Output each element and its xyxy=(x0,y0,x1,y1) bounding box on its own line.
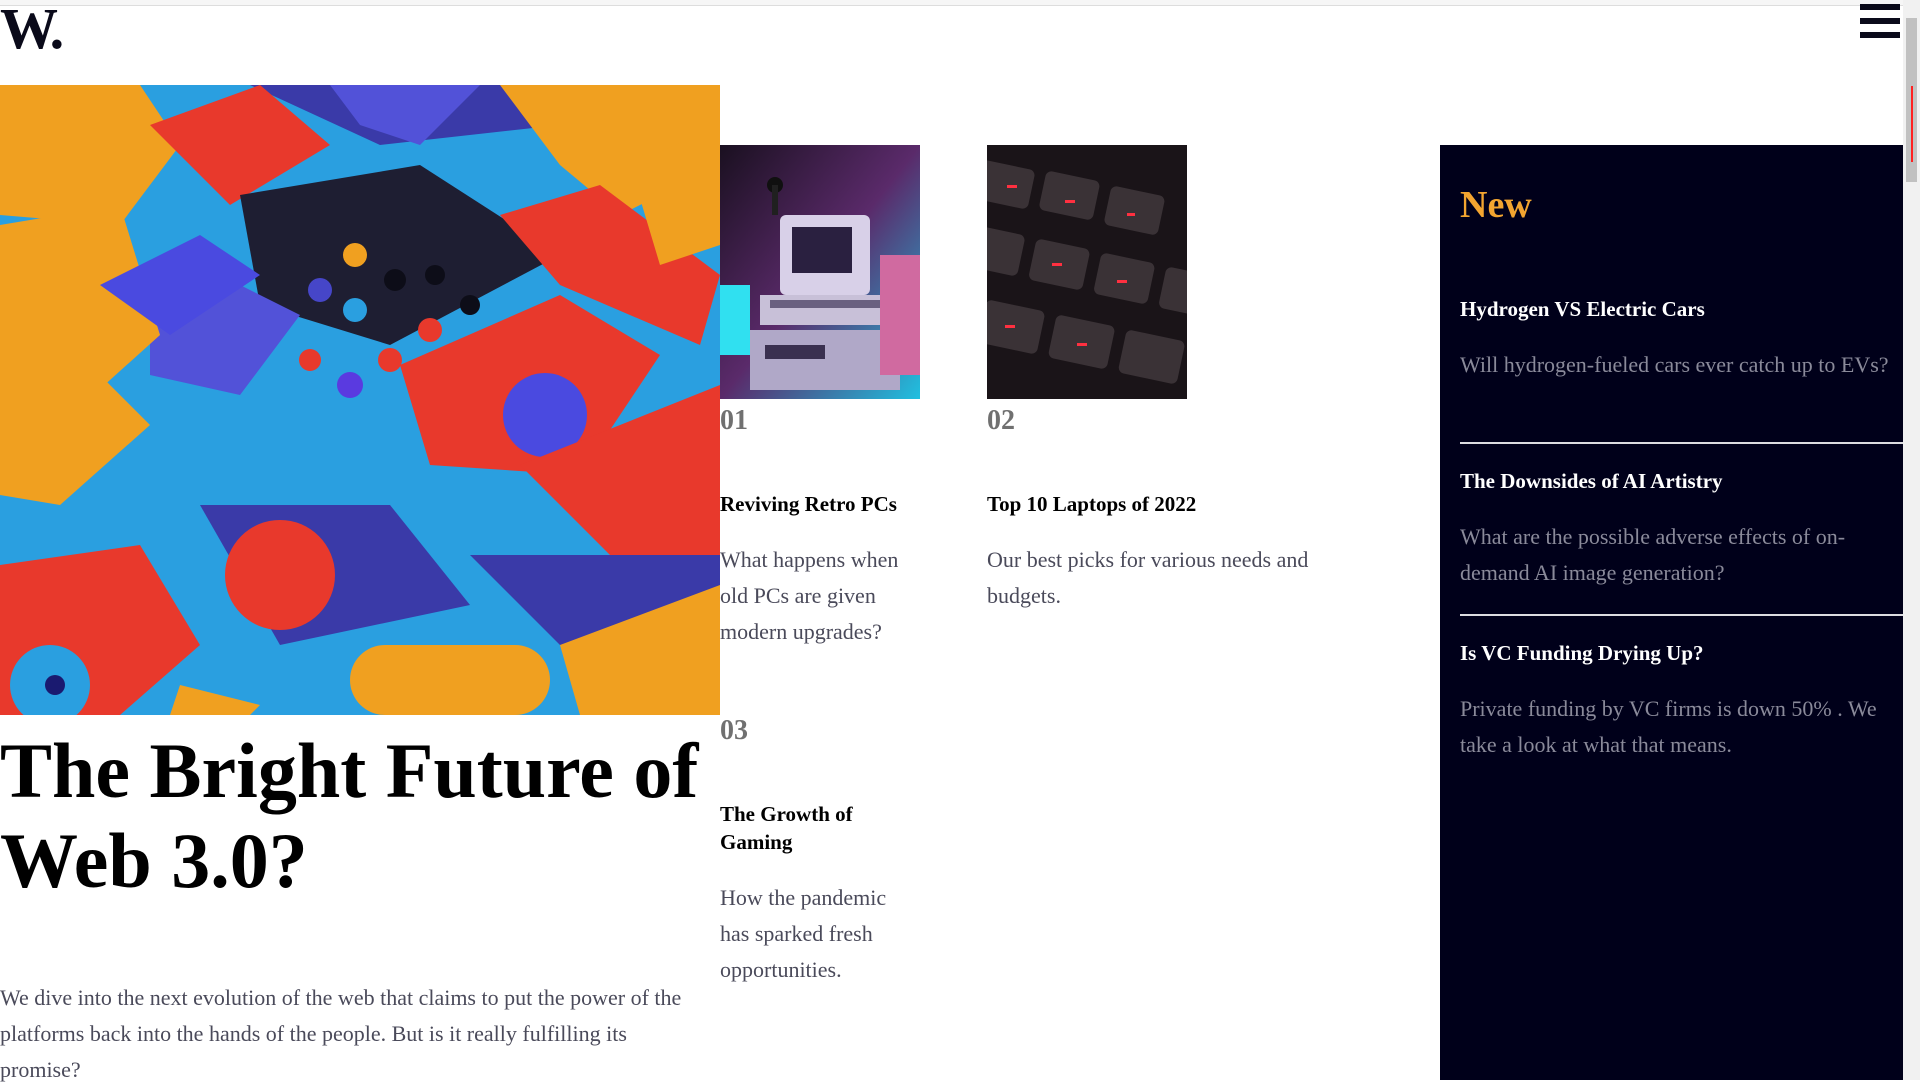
sidebar-item-title[interactable]: The Downsides of AI Artistry xyxy=(1460,467,1903,495)
article-number: 01 xyxy=(720,405,748,436)
hamburger-icon-bar xyxy=(1860,32,1900,38)
sidebar-item-description: Will hydrogen-fueled cars ever catch up … xyxy=(1460,352,1889,377)
article-description: Our best picks for various needs and bud… xyxy=(987,547,1309,608)
article-description: How the pandemic has sparked fresh oppor… xyxy=(720,885,887,982)
article-title[interactable]: The Growth of Gaming xyxy=(720,800,910,856)
article-number: 02 xyxy=(987,405,1015,436)
article-image-laptops[interactable] xyxy=(987,145,1187,399)
sidebar-item-title[interactable]: Hydrogen VS Electric Cars xyxy=(1460,295,1903,323)
site-logo[interactable]: W. xyxy=(0,0,64,58)
hero-image xyxy=(0,85,720,715)
vertical-scrollbar[interactable] xyxy=(1903,0,1920,1080)
scroll-position-marker xyxy=(1911,86,1913,162)
sidebar-divider xyxy=(1460,614,1903,616)
sidebar-heading: New xyxy=(1460,184,1532,226)
sidebar-item-title[interactable]: Is VC Funding Drying Up? xyxy=(1460,639,1903,667)
article-title[interactable]: Top 10 Laptops of 2022 xyxy=(987,490,1387,518)
sidebar-item-description: What are the possible adverse effects of… xyxy=(1460,524,1846,585)
hamburger-icon-bar xyxy=(1860,18,1900,24)
sidebar-item-description: Private funding by VC firms is down 50% … xyxy=(1460,696,1877,757)
article-image-retro-pcs[interactable] xyxy=(720,145,920,399)
article-title[interactable]: Reviving Retro PCs xyxy=(720,490,930,518)
hero-description: We dive into the next evolution of the w… xyxy=(0,985,682,1082)
hero-title[interactable]: The Bright Future of Web 3.0? xyxy=(0,726,740,906)
article-description: What happens when old PCs are given mode… xyxy=(720,547,899,644)
sidebar-divider xyxy=(1460,442,1903,444)
article-number: 03 xyxy=(720,715,748,746)
browser-top-edge xyxy=(0,0,1903,6)
hamburger-menu-button[interactable] xyxy=(1860,4,1900,48)
sidebar-item[interactable]: The Downsides of AI Artistry What are th… xyxy=(1460,467,1903,591)
hamburger-icon-bar xyxy=(1860,4,1900,10)
sidebar-item[interactable]: Hydrogen VS Electric Cars Will hydrogen-… xyxy=(1460,295,1903,383)
sidebar-item[interactable]: Is VC Funding Drying Up? Private funding… xyxy=(1460,639,1903,763)
new-articles-sidebar: New Hydrogen VS Electric Cars Will hydro… xyxy=(1440,145,1903,1080)
